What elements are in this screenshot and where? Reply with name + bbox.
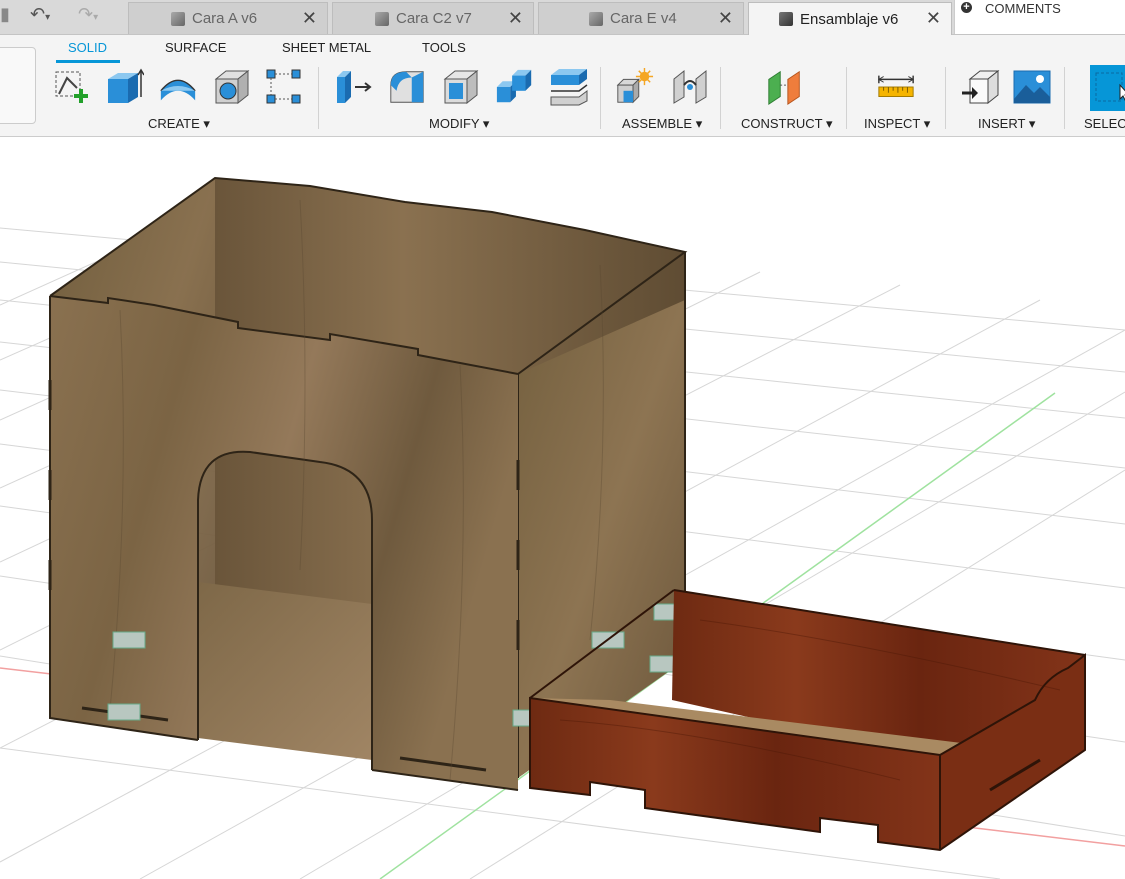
close-icon[interactable]: ✕ — [508, 8, 523, 29]
component-icon — [375, 11, 389, 26]
insert-canvas-icon[interactable] — [1012, 67, 1052, 107]
create-sketch-icon[interactable] — [52, 67, 92, 107]
redo-icon[interactable]: ↷▾ — [78, 4, 98, 25]
component-icon — [171, 11, 185, 26]
extrude-icon[interactable] — [104, 67, 144, 107]
close-icon[interactable]: ✕ — [926, 8, 941, 29]
box-floor[interactable] — [198, 582, 372, 760]
inspect-group-label[interactable]: INSPECT ▾ — [864, 116, 930, 132]
combine-icon[interactable] — [495, 67, 535, 107]
tab-solid[interactable]: SOLID — [68, 40, 107, 55]
new-component-icon[interactable] — [614, 67, 654, 107]
offset-plane-icon[interactable] — [765, 67, 805, 107]
joint-icon[interactable] — [670, 67, 710, 107]
large-box[interactable] — [48, 176, 688, 791]
insert-derive-icon[interactable] — [960, 67, 1000, 107]
model-canvas[interactable] — [0, 137, 1125, 879]
tab-cara-e[interactable]: Cara E v4 ✕ — [538, 2, 744, 34]
pattern-icon[interactable] — [264, 67, 304, 107]
active-tab-indicator — [56, 60, 120, 63]
joint-icon[interactable] — [107, 703, 141, 721]
canvas-viewport[interactable] — [0, 137, 1125, 879]
tab-cara-c2[interactable]: Cara C2 v7 ✕ — [332, 2, 534, 34]
joint-icon[interactable] — [112, 631, 146, 649]
tab-label: Cara A v6 — [192, 10, 258, 27]
select-icon[interactable] — [1090, 65, 1125, 111]
tab-tools[interactable]: TOOLS — [422, 40, 466, 55]
construct-group-label[interactable]: CONSTRUCT ▾ — [741, 116, 833, 132]
design-workspace-button[interactable] — [0, 47, 36, 124]
comments-panel-header[interactable]: + COMMENTS — [954, 0, 1125, 34]
separator — [318, 67, 319, 129]
close-icon[interactable]: ✕ — [302, 8, 317, 29]
revolve-icon[interactable] — [158, 67, 198, 107]
separator — [846, 67, 847, 129]
replace-face-icon[interactable] — [549, 67, 589, 107]
component-icon — [779, 12, 793, 26]
tab-label: Cara E v4 — [610, 10, 677, 27]
tab-sheet-metal[interactable]: SHEET METAL — [282, 40, 371, 55]
tab-surface[interactable]: SURFACE — [165, 40, 226, 55]
hole-icon[interactable] — [212, 67, 252, 107]
press-pull-icon[interactable] — [333, 67, 373, 107]
tab-label: Ensamblaje v6 — [800, 10, 899, 28]
toolbar-ribbon: SOLID SURFACE SHEET METAL TOOLS CREATE ▾… — [0, 35, 1125, 137]
separator — [1064, 67, 1065, 129]
separator — [600, 67, 601, 129]
document-tab-bar: ▮ ↶▾ ↷▾ Cara A v6 ✕ Cara C2 v7 ✕ Cara E … — [0, 0, 1125, 35]
tab-ensamblaje[interactable]: Ensamblaje v6 ✕ — [748, 2, 952, 35]
assemble-group-label[interactable]: ASSEMBLE ▾ — [622, 116, 702, 132]
close-icon[interactable]: ✕ — [718, 8, 733, 29]
tab-label: Cara C2 v7 — [396, 10, 472, 27]
undo-icon[interactable]: ↶▾ — [30, 4, 50, 25]
add-icon[interactable]: + — [961, 2, 972, 13]
modify-group-label[interactable]: MODIFY ▾ — [429, 116, 489, 132]
tab-cara-a[interactable]: Cara A v6 ✕ — [128, 2, 328, 34]
measure-icon[interactable] — [876, 67, 916, 107]
comments-label: COMMENTS — [985, 1, 1061, 16]
component-icon — [589, 11, 603, 26]
separator — [945, 67, 946, 129]
separator — [720, 67, 721, 129]
shell-icon[interactable] — [441, 67, 481, 107]
create-group-label[interactable]: CREATE ▾ — [148, 116, 210, 132]
fillet-icon[interactable] — [387, 67, 427, 107]
select-group-label[interactable]: SELECT — [1084, 116, 1125, 131]
app-menu-icon[interactable]: ▮ — [0, 4, 10, 25]
insert-group-label[interactable]: INSERT ▾ — [978, 116, 1035, 132]
